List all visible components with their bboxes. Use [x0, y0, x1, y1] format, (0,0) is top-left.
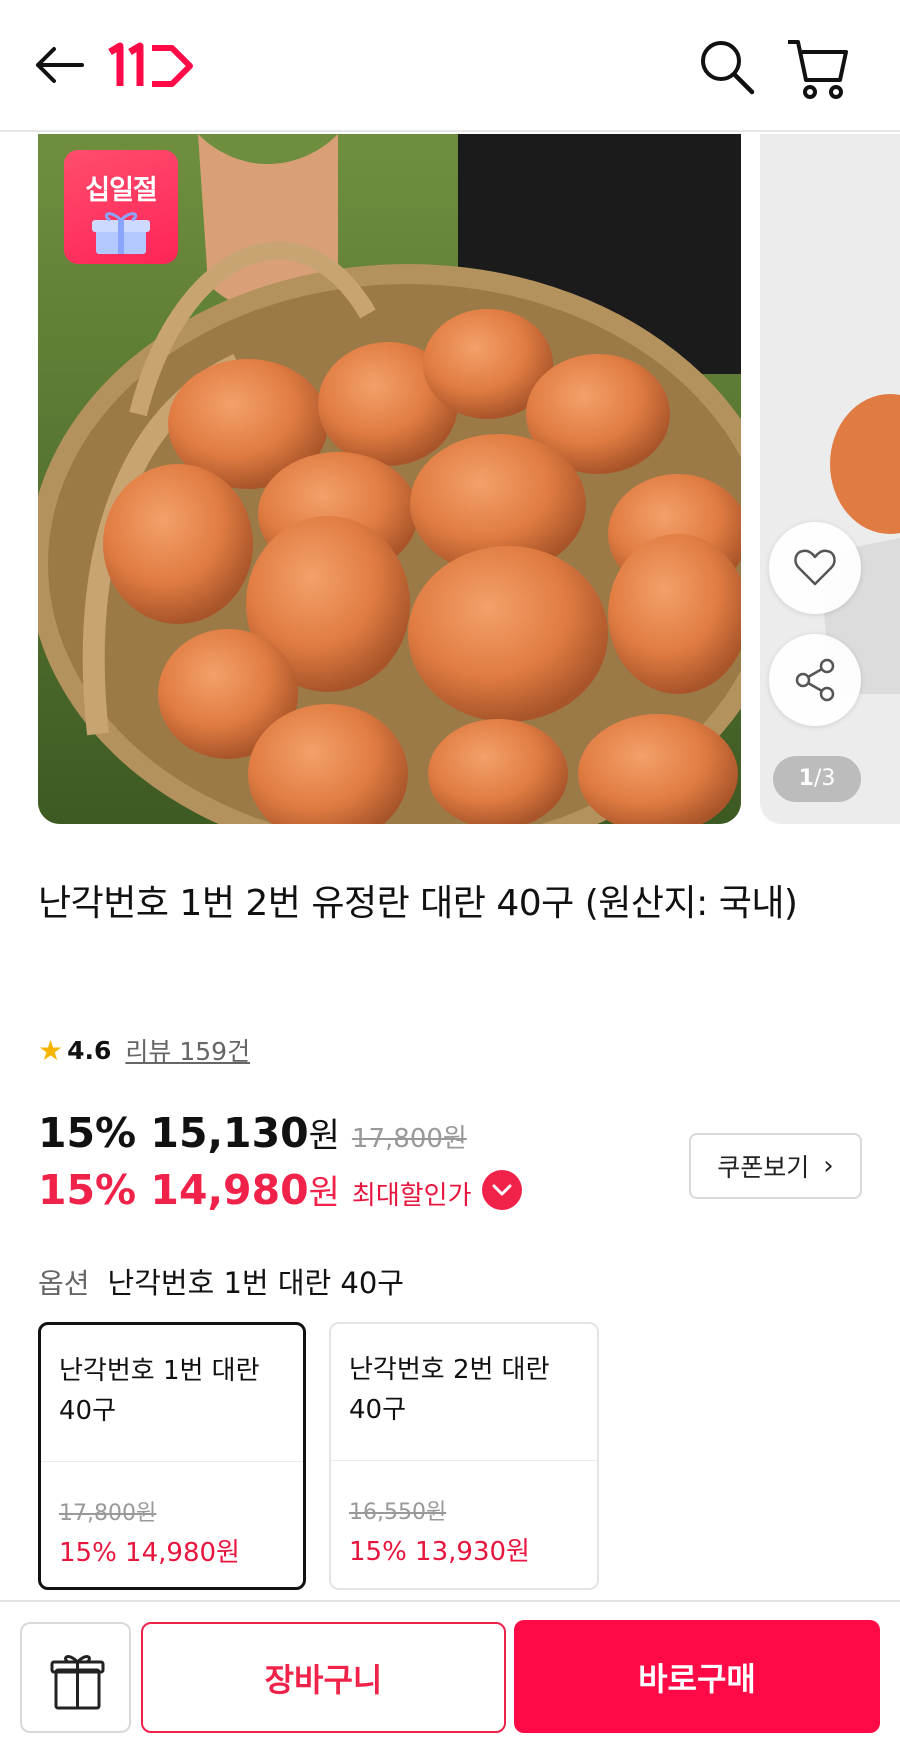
sale-percent: 15%	[38, 1109, 137, 1157]
max-currency: 원	[308, 1173, 340, 1213]
11st-logo[interactable]	[106, 40, 196, 92]
coupon-label: 쿠폰보기	[717, 1153, 810, 1182]
option-label: 옵션	[38, 1267, 90, 1300]
sale-price: 15% 15,130원	[38, 1108, 340, 1157]
option-card-1[interactable]: 난각번호 1번 대란 40구 17,800원 15% 14,980원	[38, 1322, 306, 1590]
rating-value: 4.6	[67, 1035, 112, 1065]
product-title: 난각번호 1번 2번 유정란 대란 40구 (원산지: 국내)	[38, 883, 798, 924]
chevron-right-icon: ›	[823, 1151, 834, 1181]
coupon-button[interactable]: 쿠폰보기 ›	[689, 1133, 862, 1199]
top-app-bar	[0, 0, 900, 132]
option-selected-value: 난각번호 1번 대란 40구	[107, 1266, 404, 1300]
share-button[interactable]	[769, 634, 861, 726]
cart-button[interactable]	[784, 36, 850, 102]
sale-price-row: 15% 15,130원 17,800원	[38, 1108, 467, 1157]
add-to-cart-button[interactable]: 장바구니	[141, 1622, 506, 1733]
wishlist-button[interactable]	[769, 522, 861, 614]
event-badge: 십일절	[64, 150, 178, 264]
gift-button[interactable]	[20, 1622, 131, 1733]
option-card-original-price: 16,550원	[349, 1500, 447, 1525]
original-price: 17,800원	[351, 1124, 467, 1154]
pager-current: 1	[798, 766, 814, 791]
search-button[interactable]	[696, 36, 758, 98]
option-card-divider	[331, 1460, 597, 1461]
option-row: 옵션 난각번호 1번 대란 40구	[38, 1260, 404, 1302]
rating-row: ★ 4.6 리뷰 159건	[38, 1030, 250, 1070]
sale-currency: 원	[308, 1116, 340, 1156]
option-card-name: 난각번호 2번 대란 40구	[349, 1355, 550, 1425]
option-card-original-price: 17,800원	[59, 1501, 157, 1526]
image-pager: 1/3	[773, 756, 861, 802]
heart-icon	[794, 549, 836, 586]
option-card-2[interactable]: 난각번호 2번 대란 40구 16,550원 15% 13,930원	[329, 1322, 599, 1590]
review-count-link[interactable]: 리뷰 159건	[125, 1032, 250, 1068]
max-amount: 14,980	[150, 1166, 309, 1214]
search-icon	[701, 41, 755, 95]
pager-total: /3	[813, 766, 836, 791]
sale-amount: 15,130	[150, 1109, 309, 1157]
chevron-down-icon[interactable]	[481, 1170, 522, 1210]
option-card-price: 15% 13,930원	[349, 1537, 530, 1567]
bottom-action-bar: 장바구니 바로구매	[0, 1600, 900, 1751]
product-image-gallery[interactable]: 십일절 1/3	[0, 134, 900, 824]
share-icon	[795, 658, 835, 702]
max-percent: 15%	[38, 1166, 137, 1214]
arrow-left-icon	[36, 47, 84, 83]
max-discount-price: 15% 14,980원	[38, 1165, 340, 1214]
max-discount-label: 최대할인가	[351, 1181, 472, 1211]
buy-now-button[interactable]: 바로구매	[514, 1620, 880, 1733]
option-card-divider	[41, 1461, 303, 1462]
max-discount-row[interactable]: 15% 14,980원 최대할인가	[38, 1164, 522, 1214]
option-card-name: 난각번호 1번 대란 40구	[59, 1356, 260, 1426]
option-card-price: 15% 14,980원	[59, 1538, 240, 1568]
back-button[interactable]	[30, 40, 90, 90]
cart-icon	[788, 40, 848, 99]
gift-icon	[50, 1655, 105, 1710]
gift-box-icon	[92, 212, 150, 254]
star-icon: ★	[38, 1033, 64, 1067]
